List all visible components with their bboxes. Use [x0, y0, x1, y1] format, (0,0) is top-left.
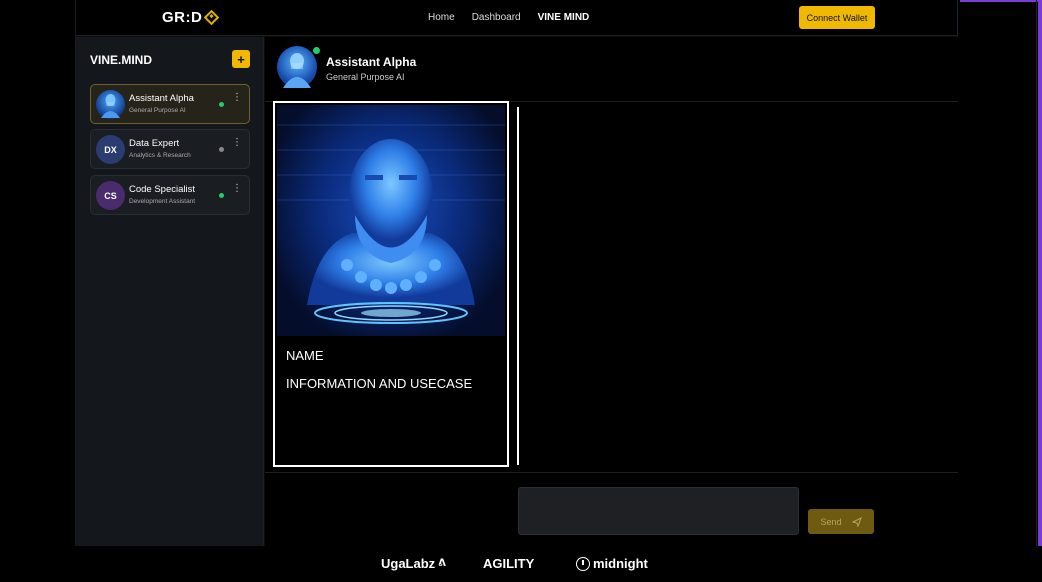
- ugalabz-logo-icon: ᕕ: [438, 558, 446, 569]
- nav-vine-mind[interactable]: VINE MIND: [538, 12, 590, 23]
- add-agent-button[interactable]: +: [232, 50, 250, 68]
- agent-avatar: [96, 90, 125, 119]
- partner-name: AGILITY: [483, 556, 535, 571]
- header-avatar: [277, 46, 317, 88]
- partner-footer: UgaLabz ᕕ AGILITY midnight: [0, 546, 1042, 582]
- main-nav: Home Dashboard VINE MIND: [428, 12, 589, 23]
- hologram-avatar-icon: [283, 53, 311, 88]
- partner-agility: AGILITY: [483, 556, 534, 571]
- grid-logo[interactable]: GR:D: [162, 9, 220, 26]
- agent-item-data-expert[interactable]: DX Data Expert Analytics & Research ⋮: [90, 129, 250, 169]
- logo-text: GR:D: [162, 9, 203, 26]
- nav-dashboard[interactable]: Dashboard: [472, 12, 521, 23]
- logo-diamond-icon: [204, 9, 220, 26]
- window-border-right: [1038, 0, 1042, 582]
- panel-divider: [517, 107, 519, 465]
- app-shell: GR:D Home Dashboard VINE MIND Connect Wa…: [75, 0, 958, 546]
- connect-wallet-button[interactable]: Connect Wallet: [799, 6, 875, 29]
- agent-name: Data Expert: [129, 138, 180, 149]
- agent-avatar: CS: [96, 181, 125, 210]
- status-online-icon: [219, 193, 224, 198]
- agent-name: Assistant Alpha: [129, 93, 194, 104]
- agent-avatar: DX: [96, 135, 125, 164]
- page-edge-line: [1036, 0, 1037, 546]
- agent-info-card: NAME INFORMATION AND USECASE: [273, 101, 509, 467]
- top-navbar: GR:D Home Dashboard VINE MIND Connect Wa…: [76, 0, 957, 36]
- more-options-icon[interactable]: ⋮: [232, 184, 242, 194]
- status-offline-icon: [219, 147, 224, 152]
- partner-midnight: midnight: [576, 556, 648, 571]
- hologram-portrait-icon: [277, 124, 505, 324]
- more-options-icon[interactable]: ⋮: [232, 93, 242, 103]
- agent-item-assistant-alpha[interactable]: Assistant Alpha General Purpose AI ⋮: [90, 84, 250, 124]
- card-info-label: INFORMATION AND USECASE: [286, 376, 473, 391]
- partner-name: UgaLabz: [381, 556, 436, 571]
- partner-name: midnight: [593, 556, 648, 571]
- chat-header: Assistant Alpha General Purpose AI: [265, 37, 958, 102]
- agent-portrait-image: [277, 105, 505, 336]
- window-border-top: [960, 0, 1042, 2]
- nav-home[interactable]: Home: [428, 12, 455, 23]
- sidebar-title: VINE.MIND: [90, 53, 153, 67]
- partner-ugalabz: UgaLabz ᕕ: [381, 556, 446, 571]
- card-name-label: NAME: [286, 348, 324, 363]
- agent-name: Code Specialist: [129, 184, 196, 195]
- status-online-icon: [219, 102, 224, 107]
- hologram-avatar-icon: [101, 94, 120, 118]
- midnight-logo-icon: [576, 556, 590, 571]
- send-label: Send: [820, 516, 842, 527]
- agent-subtitle: Development Assistant: [129, 198, 196, 205]
- agent-item-code-specialist[interactable]: CS Code Specialist Development Assistant…: [90, 175, 250, 215]
- send-button[interactable]: Send: [808, 509, 874, 534]
- message-input[interactable]: [518, 487, 799, 535]
- chat-panel: Assistant Alpha General Purpose AI NAME …: [265, 37, 958, 546]
- input-divider: [265, 472, 958, 473]
- agent-sidebar: VINE.MIND + Assistant Alpha General Purp…: [76, 37, 264, 546]
- send-arrow-icon: [851, 516, 862, 527]
- status-online-icon: [313, 47, 320, 54]
- chat-title: Assistant Alpha: [326, 55, 417, 69]
- agent-subtitle: Analytics & Research: [129, 152, 191, 159]
- agent-subtitle: General Purpose AI: [129, 107, 186, 114]
- more-options-icon[interactable]: ⋮: [232, 138, 242, 148]
- chat-subtitle: General Purpose AI: [326, 72, 405, 82]
